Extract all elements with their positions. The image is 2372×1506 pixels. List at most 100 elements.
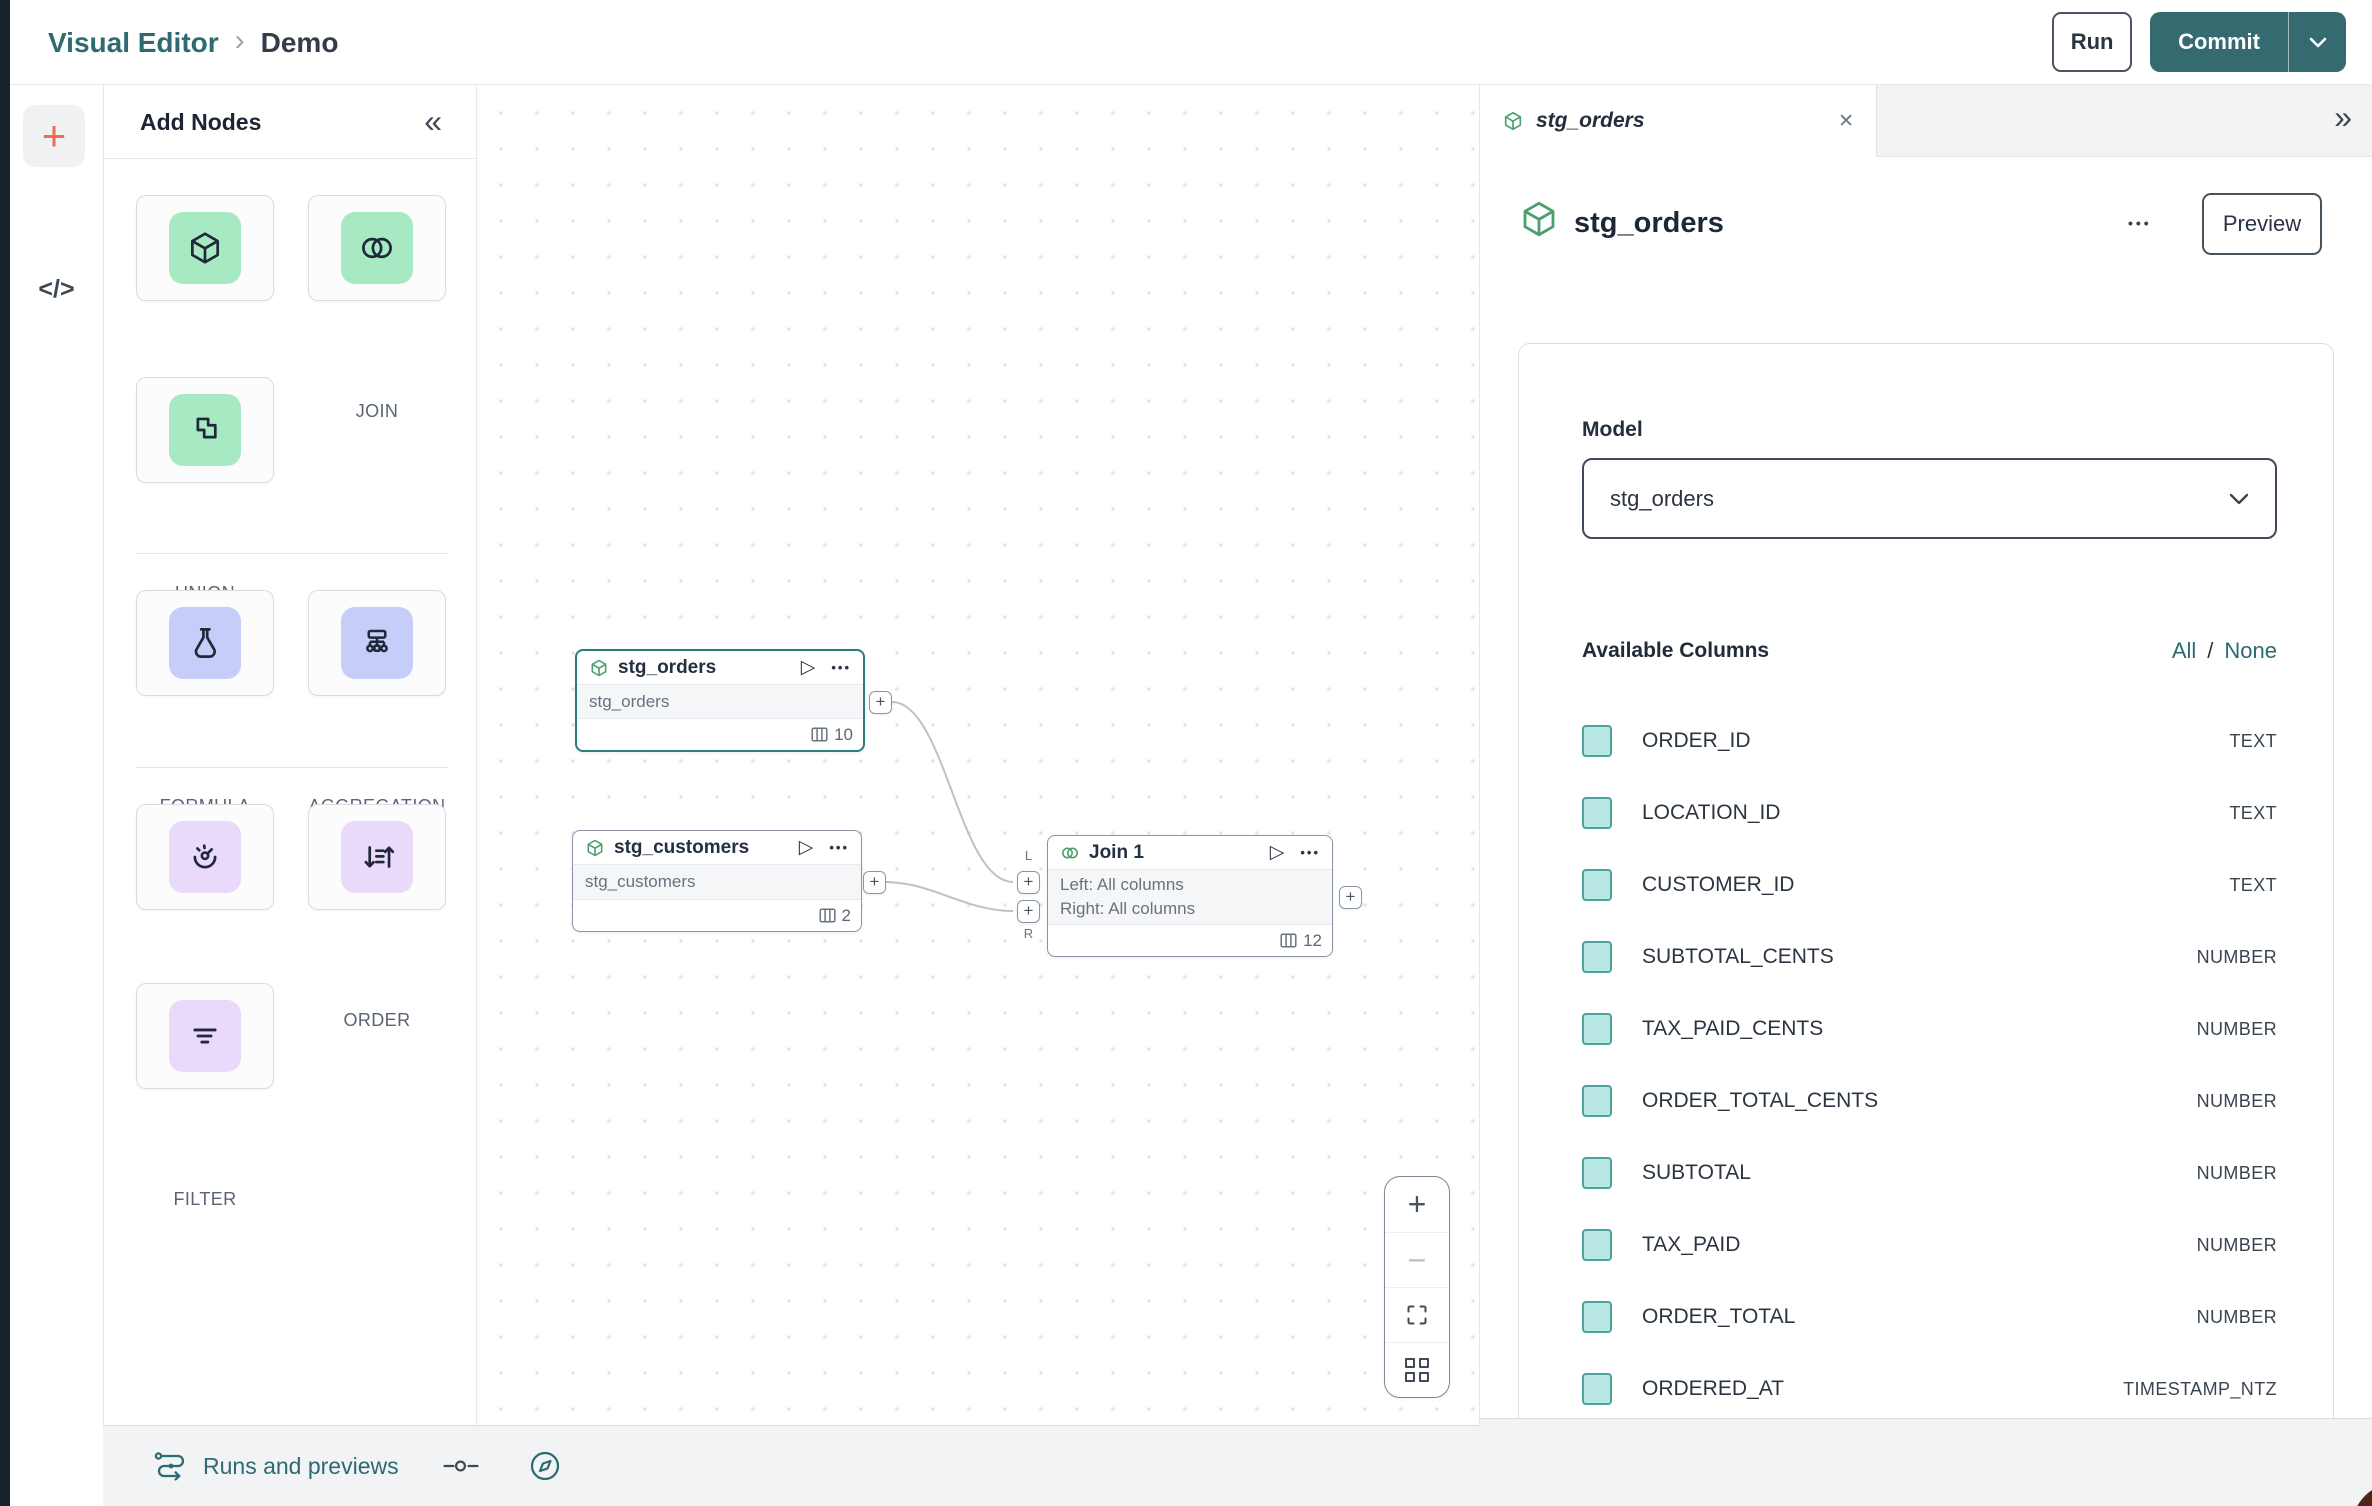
- breadcrumb: Visual Editor › Demo: [48, 0, 338, 85]
- column-checkbox[interactable]: [1582, 869, 1612, 901]
- column-count: 2: [842, 906, 851, 926]
- fit-view-button[interactable]: [1385, 1287, 1449, 1342]
- runs-and-previews-toggle[interactable]: Runs and previews: [153, 1449, 399, 1483]
- node-menu-icon[interactable]: •••: [1300, 845, 1320, 860]
- columns-count-icon: [819, 908, 836, 923]
- column-checkbox[interactable]: [1582, 1229, 1612, 1261]
- model-select[interactable]: stg_orders: [1582, 458, 2277, 539]
- auto-layout-button[interactable]: [1385, 1342, 1449, 1397]
- columns-count-icon: [1280, 933, 1297, 948]
- edge-connections: [477, 85, 1480, 1425]
- inspector-tabstrip: » stg_orders ✕: [1480, 85, 2372, 157]
- palette-item-limit[interactable]: [136, 804, 274, 910]
- palette-item-formula[interactable]: [136, 590, 274, 696]
- columns-count-icon: [811, 727, 828, 742]
- port-join-right-input[interactable]: +: [1017, 900, 1040, 923]
- node-footer: 2: [573, 900, 861, 931]
- column-count: 12: [1303, 931, 1322, 951]
- canvas-zoom-toolbar: + −: [1384, 1176, 1450, 1398]
- node-header: Join 1 ▷ •••: [1048, 836, 1332, 869]
- add-nodes-header: Add Nodes «: [104, 85, 476, 159]
- node-menu-icon[interactable]: •••: [831, 660, 851, 675]
- column-name: ORDER_TOTAL: [1642, 1305, 1795, 1329]
- select-none-link[interactable]: None: [2224, 638, 2277, 664]
- palette-item-filter[interactable]: [136, 983, 274, 1089]
- palette-item-aggregation[interactable]: [308, 590, 446, 696]
- column-checkbox[interactable]: [1582, 1157, 1612, 1189]
- join-circles-icon: [341, 212, 413, 284]
- node-settings-card: Model stg_orders Available Columns All /…: [1518, 343, 2334, 1418]
- column-checkbox[interactable]: [1582, 1373, 1612, 1405]
- runs-route-icon: [153, 1449, 189, 1483]
- node-footer: 10: [577, 719, 863, 750]
- palette-item-union[interactable]: [136, 377, 274, 483]
- inspector-menu-icon[interactable]: •••: [2128, 215, 2152, 231]
- port-stg-orders-output[interactable]: +: [869, 691, 892, 714]
- column-name: TAX_PAID_CENTS: [1642, 1017, 1823, 1041]
- port-stg-customers-output[interactable]: +: [863, 871, 886, 894]
- node-title: stg_orders: [618, 657, 716, 679]
- column-name: TAX_PAID: [1642, 1233, 1740, 1257]
- close-icon[interactable]: ✕: [1838, 110, 1854, 133]
- collapse-panel-icon[interactable]: «: [424, 103, 442, 140]
- preview-button[interactable]: Preview: [2202, 193, 2322, 255]
- palette-item-join[interactable]: [308, 195, 446, 301]
- column-type: NUMBER: [2197, 1307, 2277, 1328]
- tab-stg-orders[interactable]: stg_orders ✕: [1480, 85, 1877, 157]
- node-body: stg_customers: [573, 864, 861, 900]
- column-name: CUSTOMER_ID: [1642, 873, 1794, 897]
- palette-item-model[interactable]: [136, 195, 274, 301]
- play-icon[interactable]: ▷: [801, 658, 816, 677]
- chevron-down-icon: [2309, 37, 2327, 48]
- run-button[interactable]: Run: [2052, 12, 2132, 72]
- collapse-inspector-icon[interactable]: »: [2334, 99, 2352, 136]
- port-join-output[interactable]: +: [1339, 886, 1362, 909]
- all-none-divider: /: [2207, 638, 2213, 664]
- filter-lines-icon: [169, 1000, 241, 1072]
- column-checkbox[interactable]: [1582, 1301, 1612, 1333]
- model-field-label: Model: [1582, 418, 1643, 442]
- inspector-title: stg_orders: [1574, 207, 1724, 240]
- app-edge-rail: [0, 0, 10, 1506]
- join-left-port-label: L: [1017, 848, 1040, 863]
- node-header: stg_orders ▷ •••: [577, 651, 863, 684]
- column-row: LOCATION_ID TEXT: [1582, 777, 2277, 849]
- column-checkbox[interactable]: [1582, 941, 1612, 973]
- code-view-button[interactable]: </>: [10, 275, 103, 304]
- add-nodes-panel: Add Nodes « MODEL JOIN UNION FORMULA AGG…: [103, 85, 477, 1425]
- add-button[interactable]: +: [23, 105, 85, 167]
- tab-label: stg_orders: [1536, 109, 1645, 133]
- port-join-left-input[interactable]: +: [1017, 871, 1040, 894]
- column-type: TEXT: [2229, 875, 2277, 896]
- play-icon[interactable]: ▷: [1270, 843, 1285, 862]
- node-stg-orders[interactable]: stg_orders ▷ ••• stg_orders 10: [575, 649, 865, 752]
- breadcrumb-visual-editor-link[interactable]: Visual Editor: [48, 27, 219, 59]
- column-checkbox[interactable]: [1582, 797, 1612, 829]
- join-right-port-label: R: [1017, 926, 1040, 941]
- column-row: ORDER_TOTAL_CENTS NUMBER: [1582, 1065, 2277, 1137]
- column-name: ORDERED_AT: [1642, 1377, 1784, 1401]
- play-icon[interactable]: ▷: [799, 838, 814, 857]
- chevron-down-icon: [2229, 493, 2249, 505]
- flow-canvas[interactable]: stg_orders ▷ ••• stg_orders 10 stg_custo…: [477, 85, 1480, 1425]
- column-row: TAX_PAID NUMBER: [1582, 1209, 2277, 1281]
- palette-item-order[interactable]: [308, 804, 446, 910]
- commit-dropdown-button[interactable]: [2288, 12, 2346, 72]
- commit-button[interactable]: Commit: [2150, 12, 2288, 72]
- column-checkbox[interactable]: [1582, 725, 1612, 757]
- select-all-link[interactable]: All: [2172, 638, 2196, 664]
- node-menu-icon[interactable]: •••: [829, 840, 849, 855]
- compass-icon[interactable]: [527, 1448, 563, 1484]
- pin-panel-icon[interactable]: [443, 1458, 479, 1474]
- column-checkbox[interactable]: [1582, 1085, 1612, 1117]
- column-name: SUBTOTAL_CENTS: [1642, 945, 1834, 969]
- palette-divider: [136, 553, 448, 554]
- zoom-out-button[interactable]: −: [1385, 1232, 1449, 1287]
- node-stg-customers[interactable]: stg_customers ▷ ••• stg_customers 2: [572, 830, 862, 932]
- node-subtitle: stg_orders: [589, 690, 851, 714]
- node-join-1[interactable]: Join 1 ▷ ••• Left: All columns Right: Al…: [1047, 835, 1333, 957]
- column-checkbox[interactable]: [1582, 1013, 1612, 1045]
- aggregation-tree-icon: [341, 607, 413, 679]
- zoom-in-button[interactable]: +: [1385, 1177, 1449, 1232]
- column-name: LOCATION_ID: [1642, 801, 1780, 825]
